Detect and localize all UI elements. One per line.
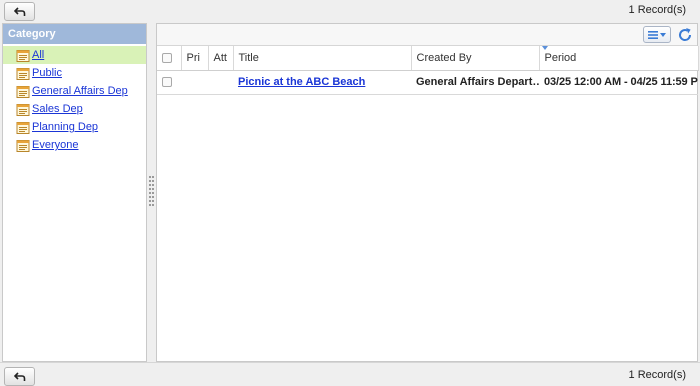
- view-menu-button[interactable]: [643, 26, 671, 43]
- list-menu-icon: [648, 30, 658, 39]
- column-header-created-by[interactable]: Created By: [411, 46, 540, 71]
- list-panel: Pri Att Title Created By Period Picnic a…: [156, 23, 699, 362]
- notepad-icon: [16, 103, 30, 116]
- back-arrow-icon: [13, 6, 25, 16]
- drag-handle-icon: [149, 176, 154, 206]
- back-arrow-icon: [13, 371, 25, 381]
- category-header: Category: [3, 24, 146, 44]
- table-header-row: Pri Att Title Created By Period: [157, 46, 699, 71]
- select-all-header[interactable]: [157, 46, 182, 71]
- row-checkbox[interactable]: [162, 77, 172, 88]
- notepad-icon: [16, 49, 30, 62]
- column-header-period-label: Period: [544, 51, 577, 64]
- refresh-icon[interactable]: [677, 27, 693, 43]
- back-button-bottom[interactable]: [4, 367, 35, 386]
- message-table: Pri Att Title Created By Period Picnic a…: [157, 46, 699, 95]
- category-item-public[interactable]: Public: [3, 64, 146, 82]
- back-button[interactable]: [4, 2, 35, 21]
- row-att-cell: [208, 70, 233, 95]
- category-item-everyone[interactable]: Everyone: [3, 136, 146, 154]
- category-label[interactable]: All: [32, 49, 44, 61]
- category-list: All Public General Affairs Dep Sales Dep…: [3, 44, 146, 154]
- record-count-bottom: 1 Record(s): [628, 369, 686, 381]
- category-item-all[interactable]: All: [3, 46, 146, 64]
- category-item-general-affairs[interactable]: General Affairs Dep: [3, 82, 146, 100]
- notepad-icon: [16, 85, 30, 98]
- row-select-cell[interactable]: [157, 70, 181, 95]
- notepad-icon: [16, 139, 30, 152]
- table-row[interactable]: Picnic at the ABC Beach General Affairs …: [157, 70, 698, 95]
- category-label[interactable]: Everyone: [32, 139, 78, 151]
- category-label[interactable]: Planning Dep: [32, 121, 98, 133]
- record-count: 1 Record(s): [628, 4, 686, 16]
- category-label[interactable]: General Affairs Dep: [32, 85, 128, 97]
- category-label[interactable]: Sales Dep: [32, 103, 83, 115]
- panel-splitter[interactable]: [147, 23, 156, 362]
- chevron-down-icon: [660, 32, 666, 37]
- notepad-icon: [16, 67, 30, 80]
- sort-indicator-icon: [541, 46, 548, 50]
- bottom-toolbar: 1 Record(s): [0, 362, 700, 386]
- row-pri-cell: [181, 70, 208, 95]
- select-all-checkbox[interactable]: [162, 52, 172, 63]
- category-panel: Category All Public General Affairs Dep …: [2, 23, 147, 362]
- category-item-planning[interactable]: Planning Dep: [3, 118, 146, 136]
- column-header-period[interactable]: Period: [539, 46, 699, 71]
- category-label[interactable]: Public: [32, 67, 62, 79]
- row-created-by-cell: General Affairs Depart…: [411, 70, 539, 95]
- column-header-pri[interactable]: Pri: [181, 46, 209, 71]
- column-header-att[interactable]: Att: [208, 46, 234, 71]
- row-period-cell: 03/25 12:00 AM - 04/25 11:59 PM: [539, 70, 698, 95]
- category-item-sales[interactable]: Sales Dep: [3, 100, 146, 118]
- top-toolbar: 1 Record(s): [0, 0, 700, 24]
- notepad-icon: [16, 121, 30, 134]
- row-title-cell: Picnic at the ABC Beach: [233, 70, 411, 95]
- list-toolbar: [157, 24, 697, 46]
- column-header-title[interactable]: Title: [233, 46, 412, 71]
- row-title-link[interactable]: Picnic at the ABC Beach: [238, 76, 365, 88]
